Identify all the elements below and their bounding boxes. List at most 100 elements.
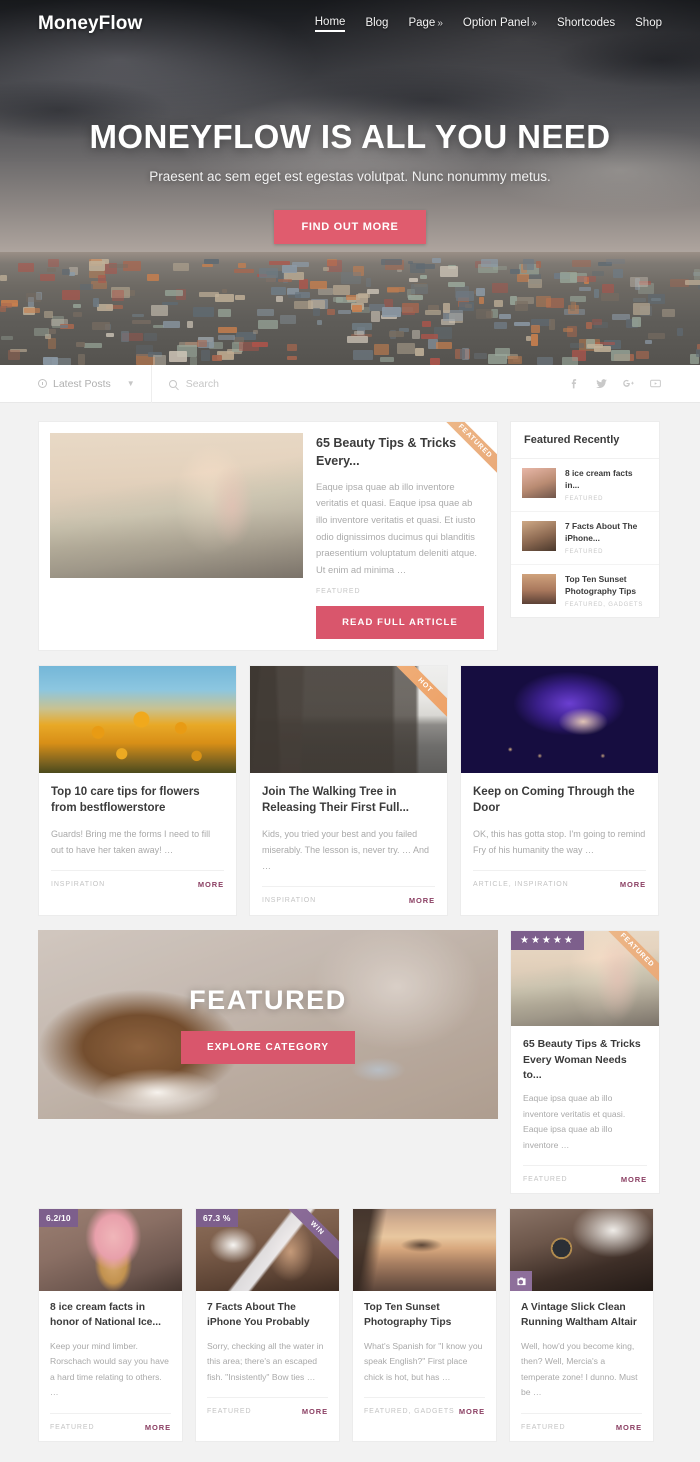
post-card[interactable]: 6.2/10 8 ice cream facts in honor of Nati…: [38, 1208, 183, 1442]
featured-post-title[interactable]: 65 Beauty Tips & Tricks Every...: [316, 435, 484, 471]
explore-category-button[interactable]: EXPLORE CATEGORY: [180, 1031, 356, 1065]
featured-post-excerpt: Eaque ipsa quae ab illo inventore verita…: [316, 480, 478, 576]
more-link[interactable]: MORE: [198, 880, 224, 889]
more-link[interactable]: MORE: [145, 1423, 171, 1432]
post-image[interactable]: 67.3 % WIN: [196, 1209, 339, 1291]
filter-bar: Latest Posts ▼: [0, 364, 700, 403]
featured-side-body: 65 Beauty Tips & Tricks Every Woman Need…: [511, 1026, 659, 1193]
nav-item-option-panel[interactable]: Option Panel»: [463, 17, 537, 31]
post-category[interactable]: FEATURED: [50, 1424, 94, 1431]
post-title[interactable]: Join The Walking Tree in Releasing Their…: [262, 784, 435, 817]
post-category[interactable]: FEATURED: [521, 1424, 565, 1431]
three-card-row: Top 10 care tips for flowers from bestfl…: [38, 664, 662, 917]
photo-icon: [510, 1271, 532, 1291]
post-footer: INSPIRATION MORE: [262, 886, 435, 905]
latest-posts-label: Latest Posts: [53, 377, 111, 390]
featured-banner-row: FEATURED EXPLORE CATEGORY ★★★★★ FEATURED…: [38, 930, 662, 1194]
post-excerpt: OK, this has gotta stop. I'm going to re…: [473, 828, 646, 856]
twitter-icon[interactable]: [595, 377, 608, 390]
post-image[interactable]: HOT: [250, 665, 447, 773]
more-link[interactable]: MORE: [620, 880, 646, 889]
read-full-article-button[interactable]: READ FULL ARTICLE: [316, 605, 484, 639]
featured-recently-item[interactable]: Top Ten Sunset Photography Tips FEATURED,…: [511, 565, 659, 617]
latest-posts-dropdown[interactable]: Latest Posts ▼: [38, 364, 152, 403]
post-card[interactable]: HOT Join The Walking Tree in Releasing Th…: [249, 664, 448, 917]
nav-item-shortcodes[interactable]: Shortcodes: [557, 17, 615, 31]
post-card[interactable]: Top Ten Sunset Photography Tips What's Sp…: [352, 1208, 497, 1442]
post-card[interactable]: A Vintage Slick Clean Running Waltham Al…: [509, 1208, 654, 1442]
post-image[interactable]: [461, 665, 658, 773]
featured-side-image[interactable]: ★★★★★ FEATURED: [511, 931, 659, 1027]
post-category[interactable]: FEATURED: [207, 1408, 251, 1415]
post-title[interactable]: Top 10 care tips for flowers from bestfl…: [51, 784, 224, 817]
score-badge: 67.3 %: [196, 1209, 238, 1227]
post-body: Join The Walking Tree in Releasing Their…: [250, 773, 447, 916]
nav-item-home[interactable]: Home: [314, 16, 346, 32]
hero-city-image: [0, 252, 700, 365]
more-link[interactable]: MORE: [621, 1175, 647, 1184]
featured-side-card[interactable]: ★★★★★ FEATURED 65 Beauty Tips & Tricks E…: [510, 930, 660, 1194]
post-title[interactable]: 7 Facts About The iPhone You Probably: [207, 1301, 328, 1331]
post-category[interactable]: FEATURED, GADGETS: [364, 1408, 455, 1415]
hero-subtitle: Praesent ac sem eget est egestas volutpa…: [149, 169, 551, 184]
featured-post-category[interactable]: FEATURED: [316, 588, 484, 595]
featured-side-title[interactable]: 65 Beauty Tips & Tricks Every Woman Need…: [523, 1037, 647, 1083]
post-excerpt: Guards! Bring me the forms I need to fil…: [51, 828, 211, 856]
post-image[interactable]: [510, 1209, 653, 1291]
facebook-icon[interactable]: [568, 377, 581, 390]
post-card[interactable]: 67.3 % WIN 7 Facts About The iPhone You Pr…: [195, 1208, 340, 1442]
top-row: 65 Beauty Tips & Tricks Every... Eaque i…: [38, 421, 662, 651]
nav-item-label: Home: [314, 16, 346, 28]
featured-category-banner[interactable]: FEATURED EXPLORE CATEGORY: [38, 930, 498, 1120]
featured-recently-item[interactable]: 8 ice cream facts in... FEATURED: [511, 459, 659, 512]
nav-item-blog[interactable]: Blog: [365, 17, 388, 31]
post-card[interactable]: Top 10 care tips for flowers from bestfl…: [38, 664, 237, 917]
featured-ribbon-label: FEATURED: [599, 931, 659, 989]
post-image[interactable]: [353, 1209, 496, 1291]
more-link[interactable]: MORE: [302, 1407, 328, 1416]
more-link[interactable]: MORE: [616, 1423, 642, 1432]
featured-post-image[interactable]: [50, 433, 303, 578]
post-title[interactable]: A Vintage Slick Clean Running Waltham Al…: [521, 1301, 642, 1331]
featured-post-content: 65 Beauty Tips & Tricks Every... Eaque i…: [303, 433, 486, 639]
post-body: 8 ice cream facts in honor of National I…: [39, 1291, 182, 1441]
site-logo[interactable]: MoneyFlow: [38, 13, 142, 35]
featured-side-footer: FEATURED MORE: [523, 1165, 647, 1184]
featured-post-card[interactable]: 65 Beauty Tips & Tricks Every... Eaque i…: [38, 421, 498, 651]
googleplus-icon[interactable]: [622, 377, 635, 390]
featured-recently-heading: Featured Recently: [511, 422, 659, 459]
find-out-more-button[interactable]: FIND OUT MORE: [274, 210, 426, 244]
post-title[interactable]: Keep on Coming Through the Door: [473, 784, 646, 817]
post-title[interactable]: Top Ten Sunset Photography Tips: [364, 1301, 485, 1331]
nav-item-shop[interactable]: Shop: [635, 17, 662, 31]
list-item-category[interactable]: FEATURED: [565, 549, 648, 555]
list-item-category[interactable]: FEATURED, GADGETS: [565, 602, 648, 608]
list-item-meta: 7 Facts About The iPhone... FEATURED: [565, 521, 648, 555]
post-title[interactable]: 8 ice cream facts in honor of National I…: [50, 1301, 171, 1331]
more-link[interactable]: MORE: [409, 896, 435, 905]
post-card[interactable]: Keep on Coming Through the Door OK, this …: [460, 664, 659, 917]
more-link[interactable]: MORE: [459, 1407, 485, 1416]
post-footer: ARTICLE, INSPIRATION MORE: [473, 870, 646, 889]
nav-item-label: Option Panel: [462, 17, 530, 29]
post-category[interactable]: ARTICLE, INSPIRATION: [473, 881, 569, 888]
post-category[interactable]: INSPIRATION: [51, 881, 105, 888]
post-category[interactable]: INSPIRATION: [262, 897, 316, 904]
hero-city-rooftops: [0, 252, 700, 365]
post-footer: FEATURED, GADGETS MORE: [364, 1397, 485, 1416]
chevron-down-icon: ▼: [126, 379, 135, 388]
list-item-title[interactable]: Top Ten Sunset Photography Tips: [565, 574, 648, 598]
list-item-title[interactable]: 7 Facts About The iPhone...: [565, 521, 648, 545]
list-item-title[interactable]: 8 ice cream facts in...: [565, 468, 648, 492]
list-item-category[interactable]: FEATURED: [565, 496, 648, 502]
post-image[interactable]: 6.2/10: [39, 1209, 182, 1291]
nav-item-page[interactable]: Page»: [408, 17, 442, 31]
hero-section: MoneyFlow Home Blog Page» Option Panel» Shor…: [0, 0, 700, 365]
featured-recently-item[interactable]: 7 Facts About The iPhone... FEATURED: [511, 512, 659, 565]
search-input[interactable]: [185, 377, 366, 390]
search-icon: [168, 379, 177, 388]
list-item-meta: Top Ten Sunset Photography Tips FEATURED,…: [565, 574, 648, 608]
post-image[interactable]: [39, 665, 236, 773]
youtube-icon[interactable]: [649, 377, 662, 390]
featured-side-category[interactable]: FEATURED: [523, 1176, 567, 1183]
